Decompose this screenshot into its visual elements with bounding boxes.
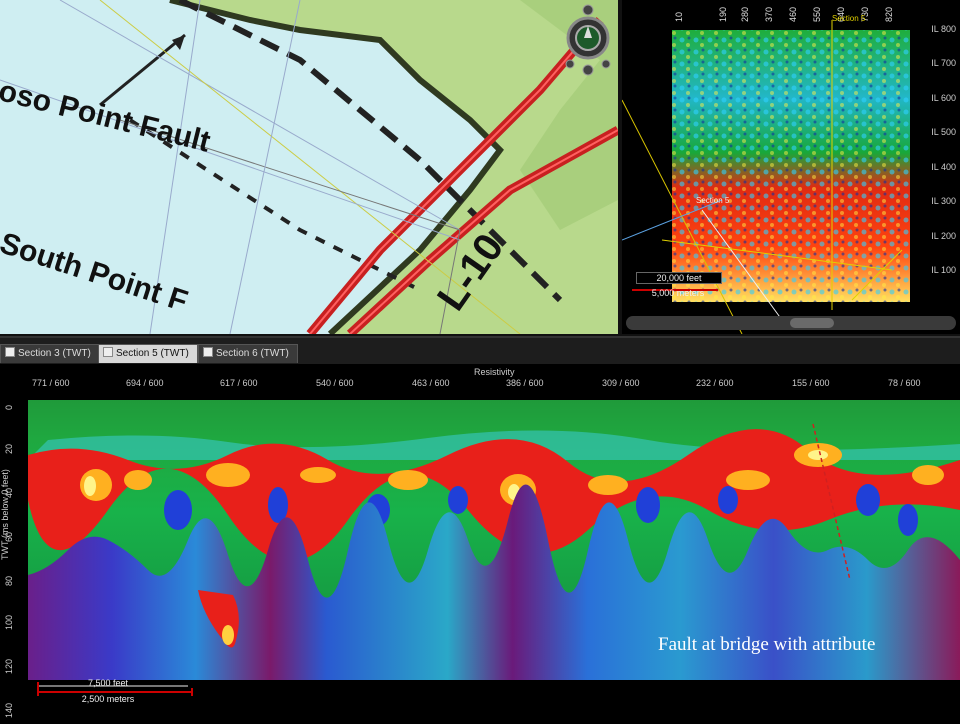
tab-section-6[interactable]: Section 6 (TWT) (198, 344, 298, 363)
section-tab-icon (103, 347, 113, 357)
basemap-scale-meters: 5,000 meters (651, 288, 705, 298)
inline-tick: IL 500 (931, 127, 956, 137)
map-view[interactable]: oso Point Fault South Point F L-10 (0, 0, 618, 334)
y-tick: 120 (4, 658, 14, 674)
inline-tick: IL 800 (931, 24, 956, 34)
section-top-tick: 309 / 600 (602, 378, 640, 388)
section-top-tick: 155 / 600 (792, 378, 830, 388)
tab-label: Section 3 (TWT) (18, 348, 91, 359)
section-scale-feet: 7,500 feet (87, 678, 129, 688)
tab-label: Section 5 (TWT) (116, 348, 189, 359)
basemap-view[interactable]: 10 190 280 370 460 550 640 730 820 Secti… (622, 0, 960, 334)
y-tick: 140 (4, 702, 14, 718)
section-top-tick: 463 / 600 (412, 378, 450, 388)
section-tab-icon (203, 347, 213, 357)
section-scale-area: 7,500 feet 2,500 meters (28, 678, 960, 724)
figure-caption: Fault at bridge with attribute (658, 634, 876, 655)
inline-tick: IL 600 (931, 93, 956, 103)
section-y-axis: 0 20 40 60 80 100 120 140 (0, 400, 28, 724)
section-scale-meters: 2,500 meters (81, 694, 135, 704)
section-top-tick: 617 / 600 (220, 378, 258, 388)
y-tick: 0 (4, 404, 14, 410)
tab-label: Section 6 (TWT) (216, 348, 289, 359)
inline-tick: IL 400 (931, 162, 956, 172)
section-tab-bar: Section 3 (TWT) Section 5 (TWT) Section … (0, 336, 960, 366)
section-tab-icon (5, 347, 15, 357)
y-tick: 80 (4, 575, 14, 586)
scrollbar-thumb[interactable] (790, 318, 834, 328)
navigation-compass-icon[interactable] (562, 4, 614, 78)
section-label-mid: Section 5 (696, 196, 730, 205)
inline-tick: IL 200 (931, 231, 956, 241)
inline-tick: IL 300 (931, 196, 956, 206)
attribute-title: Resistivity (474, 367, 515, 377)
tab-section-3[interactable]: Section 3 (TWT) (0, 344, 100, 363)
inline-tick: IL 100 (931, 265, 956, 275)
y-tick: 100 (4, 614, 14, 630)
basemap-scale-feet: 20,000 feet (636, 272, 722, 284)
y-tick: 20 (4, 443, 14, 454)
section-top-tick: 386 / 600 (506, 378, 544, 388)
section-top-tick: 540 / 600 (316, 378, 354, 388)
y-axis-label: TWT (ms below 0 feet) (0, 469, 10, 560)
section-top-tick: 771 / 600 (32, 378, 70, 388)
section-label-top: Section 5 (832, 14, 866, 23)
tab-section-5[interactable]: Section 5 (TWT) (98, 344, 198, 363)
section-top-tick: 694 / 600 (126, 378, 164, 388)
inline-tick: IL 700 (931, 58, 956, 68)
section-top-tick: 78 / 600 (888, 378, 921, 388)
section-top-tick: 232 / 600 (696, 378, 734, 388)
